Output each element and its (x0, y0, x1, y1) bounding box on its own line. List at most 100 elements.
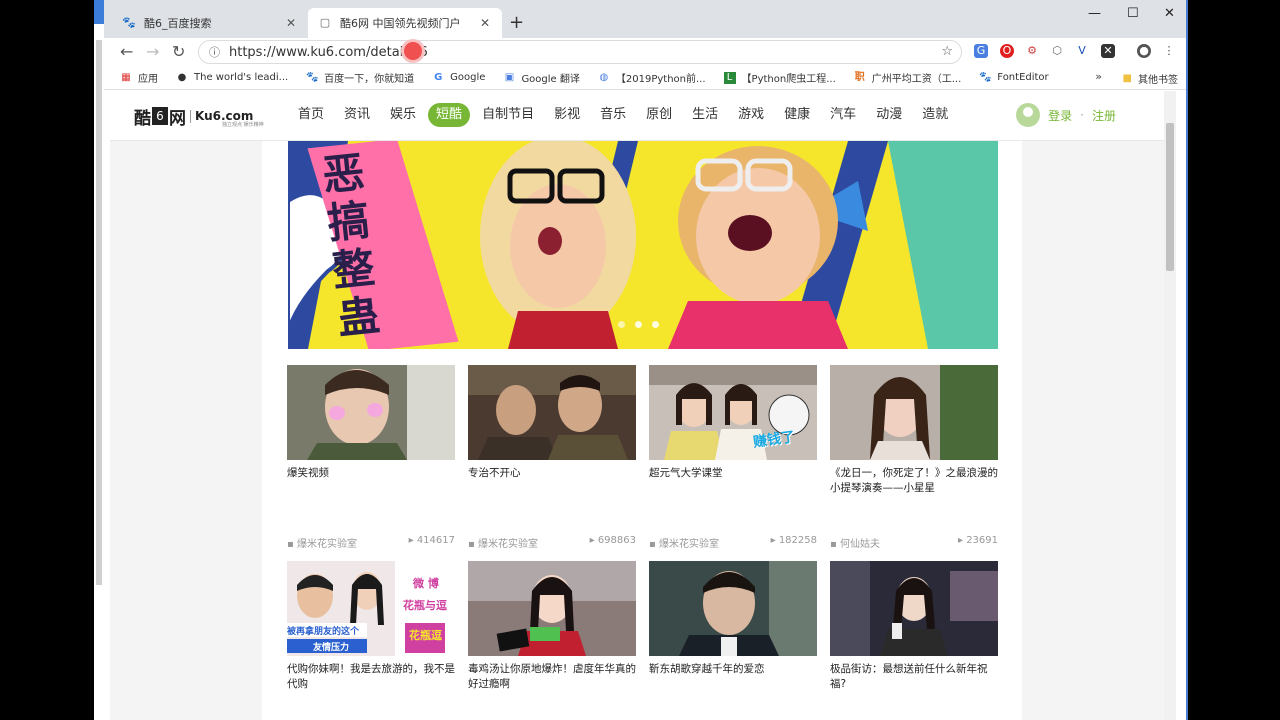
thumbnail-caption: 花瓶逗 (409, 629, 442, 642)
bookmark-label: Google 翻译 (521, 74, 580, 85)
account-icon[interactable]: ● (1137, 44, 1151, 58)
folder-label: 其他书签 (1138, 75, 1178, 86)
video-meta: ▪ 爆米花实验室 ▸ 182258 (649, 535, 817, 550)
nav-item[interactable]: 生活 (684, 103, 726, 127)
video-card[interactable]: 靳东胡歌穿越千年的爱恋 (649, 561, 817, 694)
close-icon[interactable]: ✕ (478, 16, 492, 30)
nav-item[interactable]: 健康 (776, 103, 818, 127)
tab-baidu-search[interactable]: 🐾 酷6_百度搜索 ✕ (112, 8, 308, 38)
bookmark-item[interactable]: 🐾 FontEditor (979, 72, 1048, 84)
video-thumbnail[interactable] (468, 365, 636, 460)
address-bar[interactable]: ⓘ https://www.ku6.com/detail/76 ☆ (198, 40, 962, 64)
video-title[interactable]: 代购你妹啊！我是去旅游的，我不是代购 (287, 662, 455, 694)
video-title[interactable]: 《龙日一，你死定了！》之最浪漫的小提琴演奏——小星星 (830, 466, 998, 498)
reload-button[interactable]: ↻ (172, 42, 185, 61)
other-bookmarks-folder[interactable]: ■ 其他书签 (1123, 71, 1178, 86)
video-title[interactable]: 超元气大学课堂 (649, 466, 817, 498)
opera-extension-icon[interactable]: O (1000, 44, 1014, 58)
translate-extension-icon[interactable]: G (974, 44, 988, 58)
main-content: 恶搞整蛊 爆笑视频 专治不开心 赚钱了 超元气大学课堂 《龙日一，你死定了！》之… (262, 141, 1022, 720)
x-extension-icon[interactable]: ✕ (1101, 44, 1115, 58)
video-title[interactable]: 毒鸡汤让你原地爆炸！虐度年华真的好过瘾啊 (468, 662, 636, 694)
bookmark-item[interactable]: ▣ Google 翻译 (503, 70, 580, 86)
video-card[interactable]: 爆笑视频 (287, 365, 455, 498)
nav-item[interactable]: 造就 (914, 103, 956, 127)
forward-button[interactable]: → (146, 42, 159, 61)
nav-item[interactable]: 动漫 (868, 103, 910, 127)
logo-text: 网 (169, 108, 186, 129)
close-window-button[interactable]: ✕ (1164, 6, 1175, 21)
menu-icon[interactable]: ⋮ (1162, 44, 1176, 58)
video-card[interactable]: 专治不开心 (468, 365, 636, 498)
nav-item[interactable]: 原创 (638, 103, 680, 127)
bookmark-item[interactable]: L 【Python爬虫工程... (723, 70, 836, 85)
back-button[interactable]: ← (120, 42, 133, 61)
author-label[interactable]: ▪ 爆米花实验室 (649, 535, 719, 550)
video-thumbnail[interactable]: 赚钱了 (649, 365, 817, 460)
author-label[interactable]: ▪ 爆米花实验室 (287, 535, 357, 550)
author-label[interactable]: ▪ 何仙姑夫 (830, 535, 880, 550)
info-icon[interactable]: ⓘ (209, 44, 225, 60)
scrollbar-thumb[interactable] (1166, 123, 1174, 271)
bookmark-item[interactable]: 职 广州平均工资（工... (854, 70, 962, 86)
share-extension-icon[interactable]: ⚙ (1025, 44, 1039, 58)
video-card[interactable]: 赚钱了 超元气大学课堂 (649, 365, 817, 498)
author-label[interactable]: ▪ 爆米花实验室 (468, 535, 538, 550)
new-tab-button[interactable]: + (509, 12, 524, 33)
logo-six: 6 (152, 107, 168, 125)
bookmark-item[interactable]: ● The world's leadi... (176, 72, 289, 84)
nav-item[interactable]: 汽车 (822, 103, 864, 127)
carousel-dot[interactable] (618, 321, 625, 328)
nav-item[interactable]: 资讯 (336, 103, 378, 127)
play-icon: ▸ (408, 535, 417, 546)
video-thumbnail[interactable] (287, 365, 455, 460)
video-card[interactable]: 极品街访：最想送前任什么新年祝福? (830, 561, 998, 694)
carousel-dot[interactable] (652, 321, 659, 328)
video-meta: ▪ 何仙姑夫 ▸ 23691 (830, 535, 998, 550)
video-thumbnail[interactable] (830, 365, 998, 460)
carousel-dot[interactable] (635, 321, 642, 328)
video-thumbnail[interactable]: 被再拿朋友的这个 友情压力 微 博 花瓶与逗 花瓶逗 (287, 561, 455, 656)
video-title[interactable]: 爆笑视频 (287, 466, 455, 498)
video-title[interactable]: 靳东胡歌穿越千年的爱恋 (649, 662, 817, 694)
nav-item[interactable]: 娱乐 (382, 103, 424, 127)
nav-item[interactable]: 影视 (546, 103, 588, 127)
thumbnail-caption: 微 博 (413, 577, 439, 590)
bookmark-star-icon[interactable]: ☆ (941, 44, 953, 59)
video-card[interactable]: 毒鸡汤让你原地爆炸！虐度年华真的好过瘾啊 (468, 561, 636, 694)
nav-item[interactable]: 音乐 (592, 103, 634, 127)
banner-carousel[interactable]: 恶搞整蛊 (288, 141, 998, 349)
ku6-logo[interactable]: 酷 6 网 Ku6.com 独立观点 娱乐精神 (134, 103, 264, 129)
video-title[interactable]: 极品街访：最想送前任什么新年祝福? (830, 662, 998, 694)
logo-text: 酷 (134, 108, 151, 129)
bookmark-item[interactable]: ◍ 【2019Python前... (598, 70, 706, 86)
tab-ku6[interactable]: ▢ 酷6网 中国领先视频门户 ✕ (308, 8, 502, 38)
vertical-scrollbar[interactable] (1164, 91, 1176, 720)
bookmark-label: Google (450, 72, 486, 83)
nav-item[interactable]: 短酷 (428, 103, 471, 127)
close-icon[interactable]: ✕ (284, 16, 298, 30)
video-card[interactable]: 《龙日一，你死定了！》之最浪漫的小提琴演奏——小星星 (830, 365, 998, 498)
nav-item[interactable]: 自制节目 (474, 103, 542, 127)
nav-item[interactable]: 游戏 (730, 103, 772, 127)
video-thumbnail[interactable] (649, 561, 817, 656)
user-icon: ▪ (287, 539, 297, 550)
video-title[interactable]: 专治不开心 (468, 466, 636, 498)
bookmark-item[interactable]: 🐾 百度一下，你就知道 (306, 70, 414, 86)
video-thumbnail[interactable] (830, 561, 998, 656)
video-card[interactable]: 被再拿朋友的这个 友情压力 微 博 花瓶与逗 花瓶逗 代购你妹啊！我是去旅游的，… (287, 561, 455, 694)
v-extension-icon[interactable]: V (1075, 44, 1089, 58)
avatar[interactable] (1016, 103, 1041, 127)
bookmarks-overflow-button[interactable]: » (1095, 70, 1102, 83)
bookmark-item[interactable]: G Google (432, 72, 485, 84)
maximize-button[interactable]: ☐ (1127, 6, 1139, 21)
nav-item[interactable]: 首页 (290, 103, 332, 127)
register-link[interactable]: 注册 (1092, 107, 1116, 124)
play-count: ▸ 182258 (770, 535, 817, 546)
bookmark-apps[interactable]: ▦ 应用 (120, 70, 158, 86)
cube-extension-icon[interactable]: ⬡ (1050, 44, 1064, 58)
minimize-button[interactable]: — (1088, 6, 1101, 21)
login-link[interactable]: 登录 (1048, 107, 1072, 124)
video-thumbnail[interactable] (468, 561, 636, 656)
bookmark-label: FontEditor (997, 72, 1049, 83)
